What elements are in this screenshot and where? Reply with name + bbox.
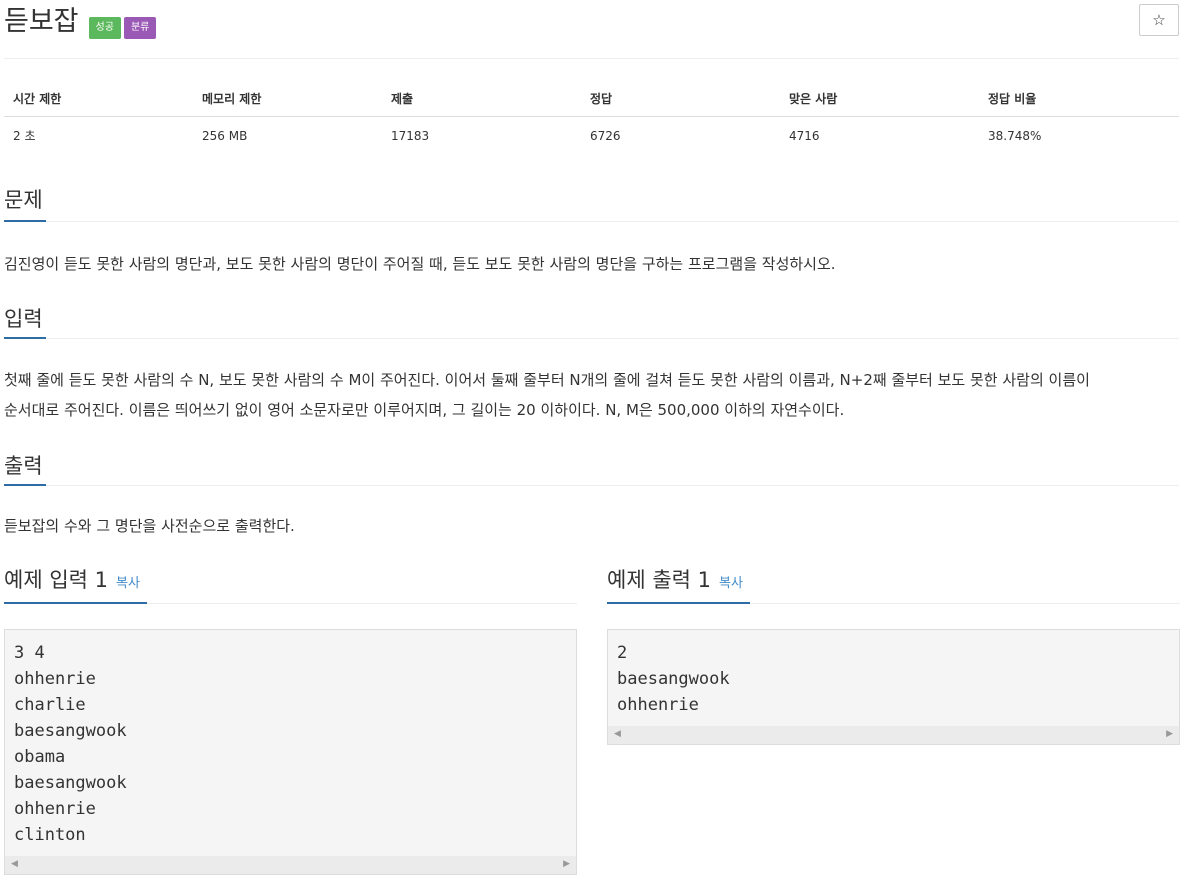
description-title: 문제	[4, 188, 43, 212]
table-row: 2 초 256 MB 17183 6726 4716 38.748%	[4, 117, 1179, 155]
value-solved-users: 4716	[789, 128, 820, 143]
sample-output-box[interactable]: 2 baesangwook ohhenrie ◀ ▶	[607, 629, 1180, 745]
sample-output-content: 2 baesangwook ohhenrie	[617, 643, 730, 715]
header-submissions: 제출	[382, 80, 581, 117]
sample-input-copy-link[interactable]: 복사	[116, 576, 140, 591]
value-memory-limit: 256 MB	[202, 128, 248, 143]
sample-input-box[interactable]: 3 4 ohhenrie charlie baesangwook obama b…	[4, 629, 577, 875]
value-accept-ratio: 38.748%	[988, 128, 1042, 143]
sample-output-heading: 예제 출력 1 복사	[607, 564, 743, 594]
sample-output-copy-link[interactable]: 복사	[719, 576, 743, 591]
input-text-line-1: 첫째 줄에 듣도 못한 사람의 수 N, 보도 못한 사람의 수 M이 주어진다…	[4, 371, 1090, 389]
value-accepted: 6726	[590, 128, 621, 143]
output-text: 듣보잡의 수와 그 명단을 사전순으로 출력한다.	[4, 517, 295, 535]
output-title-underline	[4, 484, 46, 486]
description-text: 김진영이 듣도 못한 사람의 명단과, 보도 못한 사람의 명단이 주어질 때,…	[4, 255, 836, 273]
output-title: 출력	[4, 454, 43, 478]
sample-input-divider	[147, 603, 577, 604]
description-title-underline	[4, 220, 46, 222]
value-time-limit: 2 초	[13, 129, 36, 143]
sample-input-heading: 예제 입력 1 복사	[4, 564, 140, 594]
sample-input-content: 3 4 ohhenrie charlie baesangwook obama b…	[14, 643, 127, 845]
problem-info-table: 시간 제한 메모리 제한 제출 정답 맞은 사람 정답 비율 2 초 256 M…	[4, 80, 1179, 154]
star-button[interactable]: ☆	[1139, 4, 1179, 36]
header-solved-users: 맞은 사람	[780, 80, 979, 117]
header-accepted: 정답	[581, 80, 780, 117]
sample-input-underline	[4, 602, 147, 604]
scroll-left-icon[interactable]: ◀	[11, 859, 18, 869]
sample-output-title: 예제 출력 1	[607, 568, 711, 592]
value-submissions: 17183	[391, 128, 430, 143]
input-divider	[46, 338, 1179, 339]
sample-output-divider	[750, 603, 1180, 604]
success-badge[interactable]: 성공	[88, 17, 121, 39]
scroll-left-icon[interactable]: ◀	[614, 729, 621, 739]
sample-input-scrollbar[interactable]: ◀ ▶	[5, 856, 576, 874]
sample-output-scrollbar[interactable]: ◀ ▶	[608, 726, 1179, 744]
description-divider	[46, 221, 1179, 222]
output-divider	[46, 485, 1179, 486]
header-accept-ratio: 정답 비율	[979, 80, 1179, 117]
scroll-right-icon[interactable]: ▶	[1166, 729, 1173, 739]
star-icon: ☆	[1152, 11, 1166, 29]
input-text-line-2: 순서대로 주어진다. 이름은 띄어쓰기 없이 영어 소문자로만 이루어지며, 그…	[4, 401, 845, 419]
problem-title: 듣보잡	[4, 6, 79, 37]
category-badge[interactable]: 분류	[123, 17, 157, 39]
sample-output-underline	[607, 602, 750, 604]
problem-header: 듣보잡 성공 분류	[4, 4, 157, 44]
input-title: 입력	[4, 307, 43, 331]
table-header-row: 시간 제한 메모리 제한 제출 정답 맞은 사람 정답 비율	[4, 80, 1179, 117]
header-time-limit: 시간 제한	[4, 80, 193, 117]
input-title-underline	[4, 337, 46, 339]
header-memory-limit: 메모리 제한	[193, 80, 382, 117]
scroll-right-icon[interactable]: ▶	[563, 859, 570, 869]
sample-input-title: 예제 입력 1	[4, 568, 108, 592]
header-divider	[4, 58, 1179, 59]
input-text: 첫째 줄에 듣도 못한 사람의 수 N, 보도 못한 사람의 수 M이 주어진다…	[4, 365, 1179, 425]
